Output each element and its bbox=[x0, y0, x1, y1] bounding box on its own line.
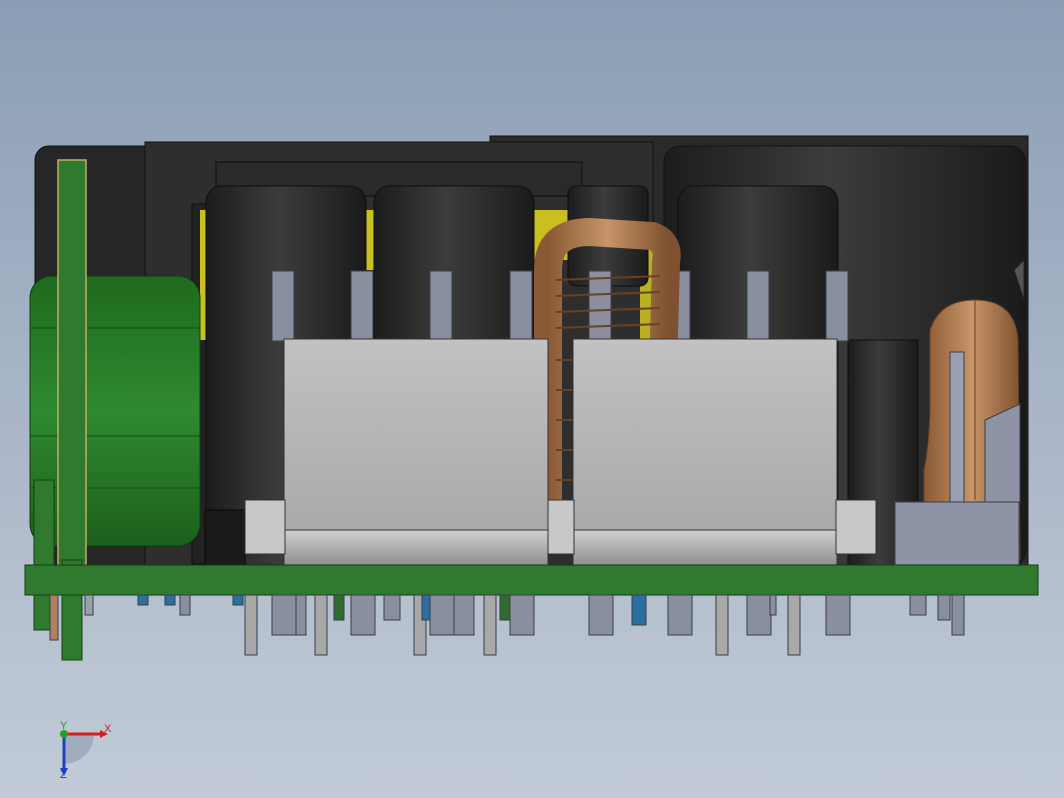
orientation-triad: X Y Z bbox=[48, 718, 118, 781]
x-axis-label: X bbox=[104, 723, 112, 735]
triad-plane bbox=[64, 734, 94, 764]
z-axis-label: Z bbox=[60, 769, 67, 780]
graphics-viewport[interactable]: X Y Z bbox=[0, 0, 1064, 798]
y-axis-label: Y bbox=[60, 720, 68, 732]
pcb-board bbox=[24, 564, 1039, 596]
bottom-pins bbox=[49, 594, 965, 656]
model-view[interactable] bbox=[0, 0, 1064, 798]
